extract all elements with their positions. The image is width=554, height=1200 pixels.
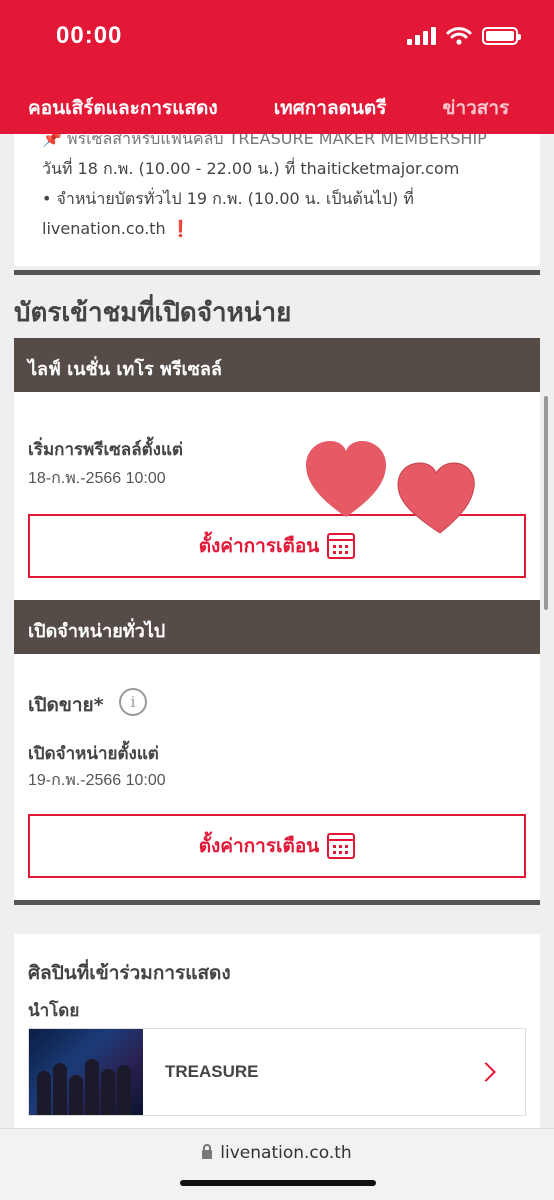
- lock-icon: [202, 1144, 213, 1159]
- general-sale-start-label: เปิดจำหน่ายตั้งแต่: [28, 744, 159, 764]
- nav-item-news[interactable]: ข่าวสาร: [414, 93, 537, 123]
- info-line-cut: 📌 พรีเซลสำหรับแฟนคลับ TREASURE MAKER MEM…: [42, 134, 487, 148]
- chevron-right-icon: [476, 1062, 496, 1082]
- cellular-signal-icon: [407, 27, 436, 45]
- event-info-card: 📌 พรีเซลสำหรับแฟนคลับ TREASURE MAKER MEM…: [14, 134, 540, 266]
- top-nav: คอนเสิร์ตและการแสดง เทศกาลดนตรี ข่าวสาร: [0, 82, 554, 134]
- divider: [14, 270, 540, 275]
- artist-photo: [29, 1029, 143, 1115]
- status-icons: [407, 26, 521, 46]
- scrollbar[interactable]: [544, 396, 548, 610]
- sale-open-title: เปิดขาย*: [28, 694, 104, 716]
- section-title: บัตรเข้าชมที่เปิดจำหน่าย: [14, 298, 292, 328]
- heart-icon: [306, 441, 386, 517]
- led-by-label: นำโดย: [28, 1001, 80, 1021]
- info-line-general-sale: • จำหน่ายบัตรทั่วไป 19 ก.พ. (10.00 น. เป…: [42, 189, 414, 208]
- artists-title: ศิลปินที่เข้าร่วมการแสดง: [28, 962, 231, 984]
- artist-item[interactable]: TREASURE: [28, 1028, 526, 1116]
- battery-icon: [482, 27, 521, 45]
- general-sale-start-value: 19-ก.พ.-2566 10:00: [28, 772, 166, 789]
- url-text: livenation.co.th: [220, 1143, 352, 1163]
- artist-name: TREASURE: [165, 1062, 259, 1081]
- calendar-icon: [327, 833, 356, 859]
- reminder-button-label: ตั้งค่าการเตือน: [198, 835, 320, 857]
- artists-card: ศิลปินที่เข้าร่วมการแสดง นำโดย TREASURE: [14, 934, 540, 1128]
- presale-header: ไลฟ์ เนชั่น เทโร พรีเซลล์: [14, 338, 540, 392]
- presale-start-value: 18-ก.พ.-2566 10:00: [28, 470, 166, 487]
- divider: [14, 900, 540, 905]
- general-sale-body: เปิดขาย* i เปิดจำหน่ายตั้งแต่ 19-ก.พ.-25…: [14, 654, 540, 900]
- site-text: livenation.co.th: [42, 219, 166, 238]
- presale-start-label: เริ่มการพรีเซลล์ตั้งแต่: [28, 440, 183, 460]
- home-indicator[interactable]: [180, 1180, 376, 1186]
- status-time: 00:00: [56, 22, 123, 49]
- page-content: 📌 พรีเซลสำหรับแฟนคลับ TREASURE MAKER MEM…: [0, 134, 554, 1128]
- browser-url-bar[interactable]: livenation.co.th: [0, 1128, 554, 1200]
- info-line-presale-date: วันที่ 18 ก.พ. (10.00 - 22.00 น.) ที่ th…: [42, 159, 460, 178]
- nav-item-concerts[interactable]: คอนเสิร์ตและการแสดง: [0, 93, 246, 123]
- wifi-icon: [446, 27, 472, 45]
- heart-icon: [397, 462, 475, 534]
- general-sale-reminder-button[interactable]: ตั้งค่าการเตือน: [28, 814, 526, 878]
- info-icon[interactable]: i: [119, 688, 147, 716]
- general-sale-header: เปิดจำหน่ายทั่วไป: [14, 600, 540, 654]
- exclamation-icon: ❗: [170, 219, 191, 238]
- info-line-site: livenation.co.th ❗: [42, 214, 540, 244]
- nav-item-festivals[interactable]: เทศกาลดนตรี: [246, 93, 415, 123]
- hearts-sticker: [306, 441, 475, 534]
- status-bar: 00:00: [0, 0, 554, 82]
